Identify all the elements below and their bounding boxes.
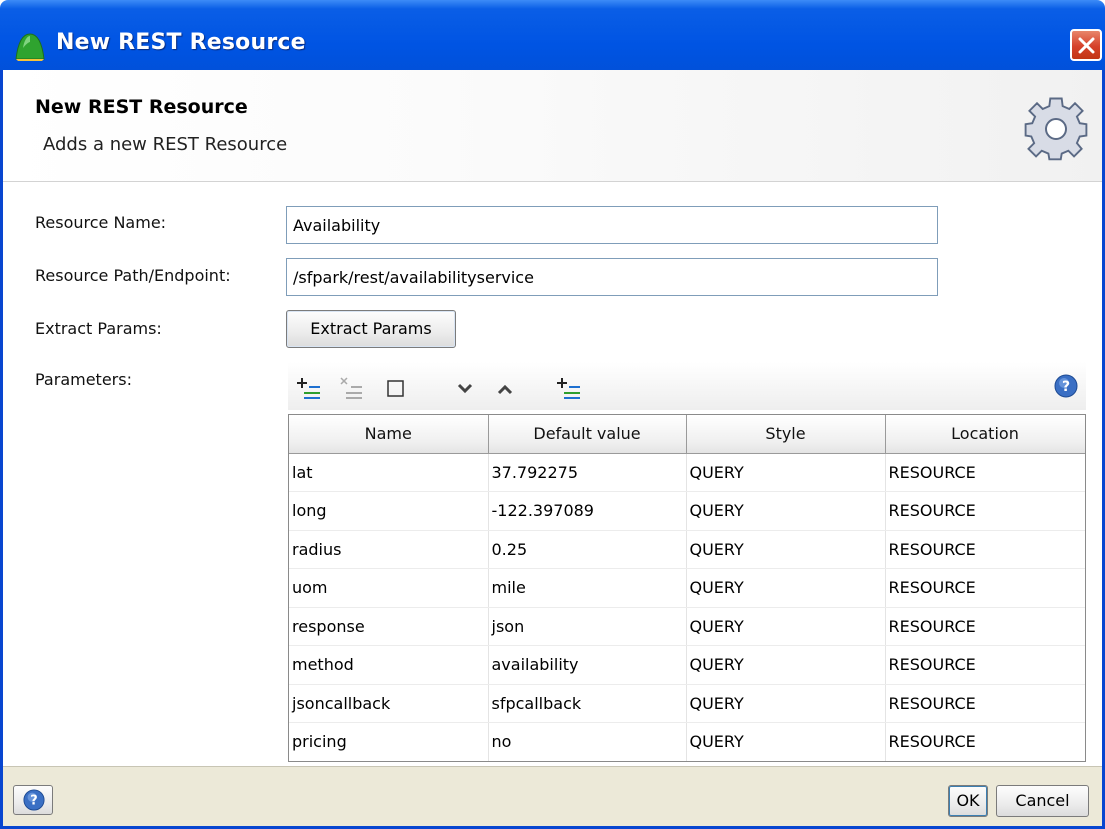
column-header-location[interactable]: Location [885, 415, 1085, 454]
cell-location[interactable]: RESOURCE [885, 568, 1085, 608]
cell-default-value[interactable]: -122.397089 [488, 491, 687, 531]
svg-text:?: ? [1062, 379, 1070, 395]
close-button[interactable] [1070, 29, 1102, 61]
ok-button[interactable]: OK [948, 785, 988, 817]
close-icon [1078, 37, 1095, 54]
header-banner: New REST Resource Adds a new REST Resour… [3, 70, 1102, 182]
cell-style[interactable]: QUERY [686, 645, 886, 685]
table-row[interactable]: lat 37.792275 QUERY RESOURCE [289, 453, 1085, 492]
cell-name[interactable]: response [289, 607, 489, 646]
extract-params-button[interactable]: Extract Params [286, 310, 456, 348]
banner-subtitle: Adds a new REST Resource [43, 134, 288, 155]
table-row[interactable]: jsoncallback sfpcallback QUERY RESOURCE [289, 684, 1085, 723]
cell-style[interactable]: QUERY [686, 607, 886, 646]
window-title: New REST Resource [56, 30, 306, 55]
cell-name[interactable]: pricing [289, 722, 489, 761]
table-row[interactable]: radius 0.25 QUERY RESOURCE [289, 530, 1085, 569]
banner-title: New REST Resource [35, 96, 248, 118]
cell-location[interactable]: RESOURCE [885, 684, 1085, 723]
cell-style[interactable]: QUERY [686, 453, 886, 492]
cell-location[interactable]: RESOURCE [885, 491, 1085, 531]
add-param-icon[interactable] [296, 374, 322, 400]
resource-path-input[interactable] [286, 258, 938, 296]
cancel-button[interactable]: Cancel [996, 785, 1089, 817]
cell-name[interactable]: radius [289, 530, 489, 569]
cell-default-value[interactable]: no [488, 722, 687, 761]
add-param-alt-icon[interactable] [556, 374, 582, 400]
remove-param-icon[interactable] [338, 374, 364, 400]
cell-style[interactable]: QUERY [686, 530, 886, 569]
extract-params-label: Extract Params: [35, 319, 162, 338]
cell-location[interactable]: RESOURCE [885, 453, 1085, 492]
dialog-footer: ? OK Cancel [3, 766, 1102, 826]
cell-style[interactable]: QUERY [686, 491, 886, 531]
app-icon [15, 33, 45, 61]
cell-style[interactable]: QUERY [686, 722, 886, 761]
cell-name[interactable]: long [289, 491, 489, 531]
cell-default-value[interactable]: availability [488, 645, 687, 685]
help-icon[interactable]: ? [1054, 374, 1078, 398]
cell-name[interactable]: jsoncallback [289, 684, 489, 723]
help-icon: ? [23, 789, 45, 811]
parameters-label: Parameters: [35, 370, 132, 389]
cell-name[interactable]: lat [289, 453, 489, 492]
table-row[interactable]: method availability QUERY RESOURCE [289, 645, 1085, 685]
cell-default-value[interactable]: sfpcallback [488, 684, 687, 723]
cell-default-value[interactable]: mile [488, 568, 687, 608]
cell-location[interactable]: RESOURCE [885, 530, 1085, 569]
table-row[interactable]: pricing no QUERY RESOURCE [289, 722, 1085, 761]
column-header-default-value[interactable]: Default value [488, 415, 687, 454]
parameters-toolbar: ? [288, 362, 1086, 410]
table-row[interactable]: response json QUERY RESOURCE [289, 607, 1085, 646]
gear-icon [1024, 97, 1088, 161]
cell-default-value[interactable]: json [488, 607, 687, 646]
parameters-table[interactable]: Name Default value Style Location lat 37… [288, 414, 1086, 762]
cell-location[interactable]: RESOURCE [885, 722, 1085, 761]
resource-path-label: Resource Path/Endpoint: [35, 266, 231, 285]
cell-default-value[interactable]: 37.792275 [488, 453, 687, 492]
table-row[interactable]: uom mile QUERY RESOURCE [289, 568, 1085, 608]
table-header-row: Name Default value Style Location [289, 415, 1085, 454]
svg-text:?: ? [30, 794, 37, 809]
move-down-icon[interactable] [452, 374, 478, 400]
cell-default-value[interactable]: 0.25 [488, 530, 687, 569]
table-row[interactable]: long -122.397089 QUERY RESOURCE [289, 491, 1085, 531]
cell-location[interactable]: RESOURCE [885, 607, 1085, 646]
cell-name[interactable]: uom [289, 568, 489, 608]
cell-style[interactable]: QUERY [686, 568, 886, 608]
help-button[interactable]: ? [13, 785, 53, 815]
column-header-name[interactable]: Name [289, 415, 489, 454]
resource-name-input[interactable] [286, 206, 938, 244]
move-up-icon[interactable] [492, 374, 518, 400]
cell-style[interactable]: QUERY [686, 684, 886, 723]
clear-icon[interactable] [384, 374, 410, 400]
resource-name-label: Resource Name: [35, 213, 167, 232]
cell-location[interactable]: RESOURCE [885, 645, 1085, 685]
column-header-style[interactable]: Style [686, 415, 886, 454]
cell-name[interactable]: method [289, 645, 489, 685]
